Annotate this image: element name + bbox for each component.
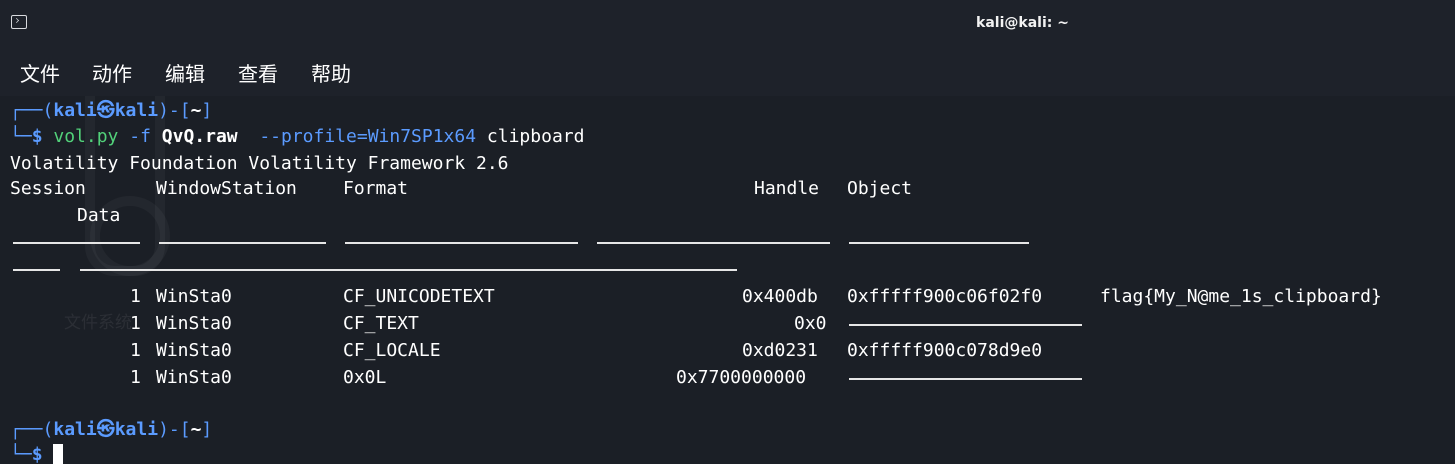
row-handle: 0x7700000000	[676, 367, 807, 388]
menu-bar: 文件 动作 编辑 查看 帮助	[0, 50, 1455, 96]
header-session: Session	[10, 178, 86, 199]
row-format: CF_TEXT	[343, 313, 419, 334]
row-session: 1	[130, 313, 141, 334]
text-cursor[interactable]	[53, 444, 64, 464]
prompt-close: )-[	[158, 419, 191, 440]
row-session: 1	[130, 286, 141, 307]
prompt-open: ┌──(	[10, 100, 54, 121]
prompt-close: )-[	[158, 100, 191, 121]
window-title: kali@kali: ~	[976, 15, 1069, 31]
row-data: flag{My_N@me_1s_clipboard}	[1100, 286, 1382, 307]
header-handle: Handle	[754, 178, 820, 199]
row-format: CF_LOCALE	[343, 340, 441, 361]
header-data: Data	[77, 205, 121, 226]
separator	[13, 242, 140, 244]
separator	[13, 269, 60, 271]
row-handle: 0xd0231	[742, 340, 818, 361]
prompt-line-2: ┌──(kali㉿kali)-[~]	[10, 417, 212, 443]
command-profile: --profile=Win7SP1x64	[259, 126, 477, 147]
empty-object-dash	[849, 378, 1082, 380]
row-handle: 0x0	[794, 313, 827, 334]
command-file: QvQ.raw	[161, 126, 238, 147]
menu-view[interactable]: 查看	[238, 58, 278, 87]
prompt-end: ]	[201, 419, 213, 440]
command-plugin: clipboard	[486, 126, 585, 147]
row-station: WinSta0	[156, 367, 232, 388]
menu-action[interactable]: 动作	[92, 58, 132, 87]
prompt-end: ]	[201, 100, 213, 121]
row-object: 0xfffff900c06f02f0	[847, 286, 1043, 307]
separator	[597, 242, 830, 244]
row-format: CF_UNICODETEXT	[343, 286, 495, 307]
terminal-output[interactable]: 文件系统 ┌──(kali㉿kali)-[~] └─$ vol.py -f Qv…	[0, 96, 1455, 464]
prompt-corner: └─	[10, 126, 32, 147]
row-station: WinSta0	[156, 340, 232, 361]
title-bar: kali@kali: ~	[0, 0, 1455, 50]
header-format: Format	[343, 178, 409, 199]
row-session: 1	[130, 367, 141, 388]
row-handle: 0x400db	[742, 286, 818, 307]
command-line: └─$ vol.py -f QvQ.raw --profile=Win7SP1x…	[10, 124, 584, 150]
prompt-open: ┌──(	[10, 419, 54, 440]
prompt-dollar: $	[31, 444, 43, 464]
prompt-corner: └─	[10, 444, 32, 464]
menu-edit[interactable]: 编辑	[165, 58, 205, 87]
prompt-dir: ~	[190, 100, 202, 121]
prompt-line-1: ┌──(kali㉿kali)-[~]	[10, 98, 212, 124]
row-format: 0x0L	[343, 367, 387, 388]
command-flag: -f	[129, 126, 151, 147]
header-object: Object	[847, 178, 913, 199]
header-windowstation: WindowStation	[156, 178, 297, 199]
banner-line: Volatility Foundation Volatility Framewo…	[10, 153, 509, 174]
row-station: WinSta0	[156, 313, 232, 334]
row-object: 0xfffff900c078d9e0	[847, 340, 1043, 361]
prompt-user: kali㉿kali	[53, 419, 159, 440]
menu-file[interactable]: 文件	[20, 58, 60, 87]
command-name: vol.py	[53, 126, 119, 147]
separator	[849, 242, 1029, 244]
row-session: 1	[130, 340, 141, 361]
empty-object-dash	[849, 324, 1082, 326]
watermark-label: 文件系统	[64, 313, 132, 333]
prompt-dollar: $	[31, 126, 43, 147]
menu-help[interactable]: 帮助	[311, 58, 351, 87]
input-line[interactable]: └─$	[10, 442, 64, 464]
prompt-user: kali㉿kali	[53, 100, 159, 121]
separator	[159, 242, 326, 244]
separator	[345, 242, 578, 244]
separator	[80, 269, 737, 271]
row-station: WinSta0	[156, 286, 232, 307]
prompt-dir: ~	[190, 419, 202, 440]
